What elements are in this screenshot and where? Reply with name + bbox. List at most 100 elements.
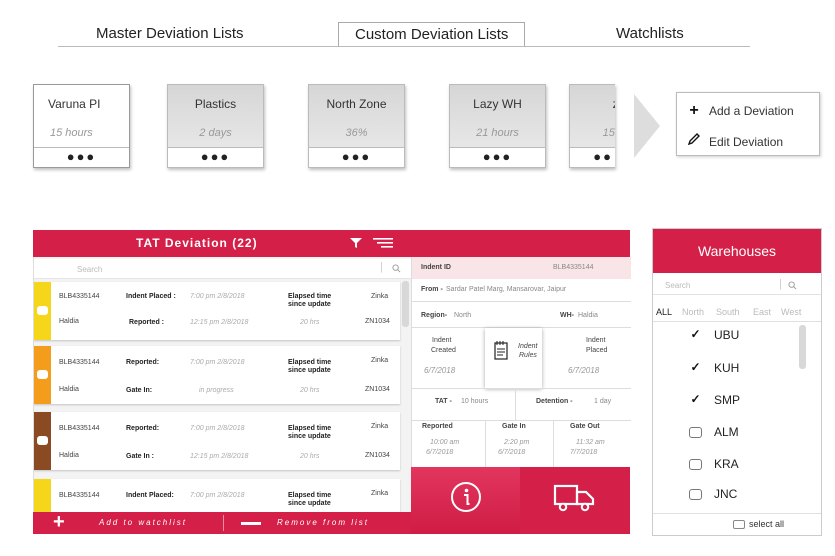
table-row[interactable]: BLB4335144 Indent Placed: 7:00 pm 2/8/20… <box>34 479 400 512</box>
more-options-icon[interactable]: ●● <box>570 147 615 167</box>
filter-north[interactable]: North <box>682 307 704 317</box>
warehouse-item-kuh[interactable]: ✓ KUH <box>689 361 740 376</box>
add-icon[interactable]: + <box>53 511 65 534</box>
warehouse-item-alm[interactable]: ALM <box>689 425 739 439</box>
card-value: 2 days <box>199 127 232 139</box>
status-time: 7:00 pm 2/8/2018 <box>190 425 245 432</box>
filter-south[interactable]: South <box>716 307 740 317</box>
search-icon[interactable] <box>788 281 797 290</box>
deviation-card-lazy-wh[interactable]: Lazy WH 21 hours ●●● <box>449 84 546 168</box>
info-button[interactable] <box>411 467 520 534</box>
add-deviation-button[interactable]: + Add a Deviation <box>685 102 793 120</box>
table-row[interactable]: BLB4335144 Reported: 7:00 pm 2/8/2018 El… <box>34 412 400 470</box>
checkbox-icon[interactable] <box>733 519 745 529</box>
more-options-icon[interactable]: ●●● <box>309 147 404 167</box>
truck-icon <box>553 484 595 512</box>
card-value: 15 hours <box>50 127 93 139</box>
table-row[interactable]: BLB4335144 Reported: 7:00 pm 2/8/2018 El… <box>34 346 400 404</box>
search-icon[interactable] <box>392 264 401 273</box>
reported-date: 6/7/2018 <box>426 449 454 456</box>
divider <box>412 388 631 389</box>
checkbox-icon[interactable] <box>689 458 702 470</box>
list-action-bar: + Add to watchlist Remove from list <box>33 511 411 534</box>
checkbox-checked-icon[interactable]: ✓ <box>689 393 702 406</box>
footer-divider <box>223 515 224 531</box>
table-row[interactable]: BLB4335144 Indent Placed : 7:00 pm 2/8/2… <box>34 282 400 340</box>
warehouse-label: KRA <box>714 457 739 471</box>
company: Zinka <box>371 490 389 497</box>
list-scrollbar[interactable] <box>402 281 409 327</box>
divider <box>553 420 554 467</box>
warehouse-label: KUH <box>714 361 740 375</box>
warehouse-item-jnc[interactable]: JNC <box>689 487 737 501</box>
list-search-input[interactable]: Search | <box>34 259 411 279</box>
add-to-watchlist-button[interactable]: Add to watchlist <box>99 518 187 527</box>
status-time: 7:00 pm 2/8/2018 <box>190 492 245 499</box>
elapsed-label: Elapsed time since update <box>288 293 332 308</box>
deviation-card-north-zone[interactable]: North Zone 36% ●●● <box>308 84 405 168</box>
checkbox-icon[interactable] <box>689 488 702 500</box>
status-time-2: 12:15 pm 2/8/2018 <box>190 453 249 460</box>
filter-all[interactable]: ALL <box>656 307 672 317</box>
divider <box>412 420 631 421</box>
more-options-icon[interactable]: ●●● <box>34 147 129 167</box>
filter-east[interactable]: East <box>753 307 771 317</box>
tab-master-deviation-lists[interactable]: Master Deviation Lists <box>96 22 244 46</box>
indent-id-value: BLB4335144 <box>553 264 594 271</box>
elapsed-hours: 20 hrs <box>300 387 320 394</box>
warehouse-item-kra[interactable]: KRA <box>689 457 739 471</box>
gate-out-date: 7/7/2018 <box>570 449 598 456</box>
card-value: 15 h <box>602 127 615 139</box>
warehouse-item-smp[interactable]: ✓ SMP <box>689 393 740 408</box>
indent-id: BLB4335144 <box>59 492 100 499</box>
row-checkbox[interactable] <box>37 436 48 445</box>
card-name: Varuna PI <box>48 97 101 111</box>
checkbox-checked-icon[interactable]: ✓ <box>689 328 702 341</box>
deviation-card-plastics[interactable]: Plastics 2 days ●●● <box>167 84 264 168</box>
row-checkbox[interactable] <box>37 370 48 379</box>
detention-label: Detention - <box>536 398 573 405</box>
status-label: Indent Placed : <box>126 293 176 300</box>
reported-label: Reported <box>422 423 453 430</box>
city: Haldia <box>59 452 79 459</box>
checkbox-icon[interactable] <box>689 426 702 438</box>
status-label-2: Gate In: <box>126 387 153 394</box>
checkbox-checked-icon[interactable]: ✓ <box>689 361 702 374</box>
more-options-icon[interactable]: ●●● <box>450 147 545 167</box>
warehouse-label: JNC <box>714 487 738 501</box>
placed-label: Indent <box>586 337 606 344</box>
more-options-icon[interactable]: ●●● <box>168 147 263 167</box>
minus-icon[interactable] <box>241 522 261 525</box>
search-placeholder: Search <box>77 265 103 274</box>
status-strip <box>34 282 51 340</box>
deviation-card-partial[interactable]: zin 15 h ●● <box>569 84 615 168</box>
scroll-right-arrow-icon[interactable] <box>634 94 660 158</box>
status-time-2: 12:15 pm 2/8/2018 <box>190 319 249 326</box>
company: Zinka <box>371 293 389 300</box>
filter-icon[interactable] <box>349 237 363 249</box>
truck-button[interactable] <box>520 467 630 534</box>
select-all-label: select all <box>749 519 785 529</box>
indent-rules-button[interactable]: Indent Rules <box>485 328 542 388</box>
edit-deviation-button[interactable]: Edit Deviation <box>685 132 783 151</box>
warehouse-search-input[interactable]: Search | <box>653 277 821 295</box>
company: Zinka <box>371 423 389 430</box>
rules-label-2: Rules <box>519 352 537 359</box>
warehouse-scrollbar[interactable] <box>799 325 806 369</box>
deviation-card-varuna[interactable]: Varuna PI 15 hours ●●● <box>33 84 130 168</box>
warehouses-panel: Warehouses Search | ALL North South East… <box>652 228 822 536</box>
tab-custom-deviation-lists[interactable]: Custom Deviation Lists <box>338 22 526 46</box>
elapsed-label: Elapsed time since update <box>288 492 332 507</box>
filter-west[interactable]: West <box>781 307 801 317</box>
tab-watchlists[interactable]: Watchlists <box>616 22 684 46</box>
select-all-toggle[interactable]: select all <box>733 519 784 529</box>
city: Haldia <box>59 318 79 325</box>
tat-value: 10 hours <box>461 398 489 405</box>
remove-from-list-button[interactable]: Remove from list <box>277 518 369 527</box>
warehouse-item-ubu[interactable]: ✓ UBU <box>689 328 739 343</box>
sort-icon[interactable] <box>373 237 393 249</box>
wh-value: Haldia <box>578 312 598 319</box>
status-strip <box>34 479 51 512</box>
reported-time: 10:00 am <box>430 439 460 446</box>
row-checkbox[interactable] <box>37 306 48 315</box>
